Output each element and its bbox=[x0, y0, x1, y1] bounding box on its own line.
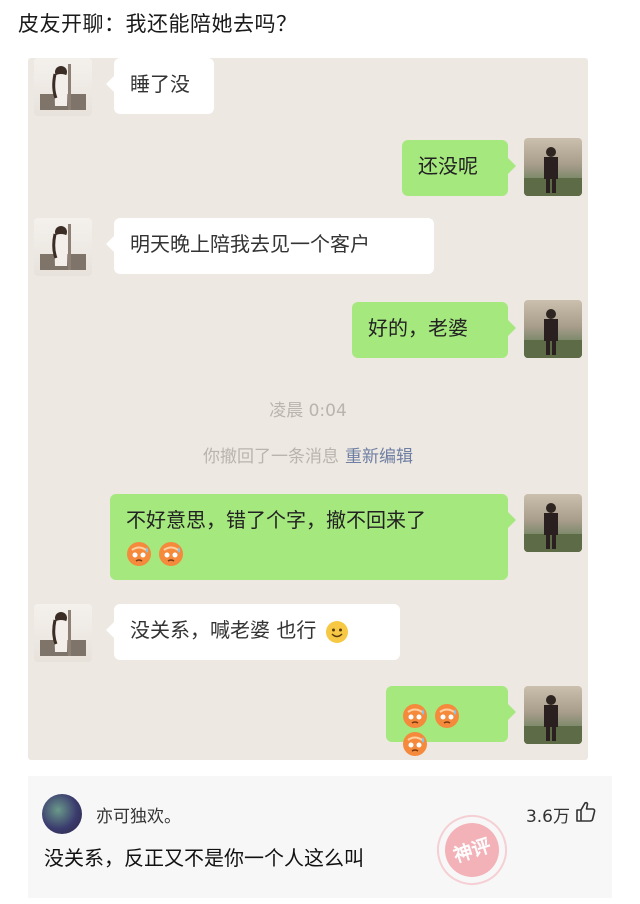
message-text: 不好意思，错了个字，撤不回来了 bbox=[126, 508, 426, 532]
re-edit-link[interactable]: 重新编辑 bbox=[345, 447, 413, 467]
sweat-face-emoji bbox=[403, 732, 427, 756]
message-text: 没关系，喊老婆 也行 bbox=[130, 618, 317, 642]
contact-avatar bbox=[34, 218, 92, 276]
sweat-face-emoji bbox=[435, 703, 460, 728]
sweat-face-emoji bbox=[159, 541, 184, 566]
recall-notice-text: 你撤回了一条消息 bbox=[203, 447, 339, 467]
sweat-face-emoji bbox=[403, 703, 427, 728]
message-bubble[interactable]: 明天晚上陪我去见一个客户 bbox=[106, 218, 434, 274]
smile-emoji bbox=[325, 620, 348, 643]
chat-screenshot: 睡了没 还没呢 明天晚上陪我去见一个客户 好的，老婆 凌晨 0:04 你撤回了一… bbox=[28, 58, 588, 760]
message-bubble[interactable]: 还没呢 bbox=[402, 140, 516, 196]
recall-notice: 你撤回了一条消息 重新编辑 bbox=[28, 442, 588, 467]
sweat-face-emoji bbox=[127, 541, 151, 566]
message-text: 睡了没 bbox=[130, 72, 190, 96]
thumbs-up-icon[interactable] bbox=[574, 800, 598, 824]
user-avatar bbox=[524, 494, 582, 552]
message-bubble[interactable] bbox=[386, 686, 516, 756]
message-text: 好的，老婆 bbox=[368, 316, 468, 340]
message-bubble[interactable]: 没关系，喊老婆 也行 bbox=[106, 604, 400, 660]
top-comment[interactable]: 亦可独欢。 3.6万 没关系，反正又不是你一个人这么叫 神评 bbox=[28, 776, 612, 898]
message-bubble[interactable]: 不好意思，错了个字，撤不回来了 bbox=[110, 494, 516, 580]
comment-text: 没关系，反正又不是你一个人这么叫 bbox=[44, 846, 364, 870]
message-text: 还没呢 bbox=[418, 154, 478, 178]
message-text: 明天晚上陪我去见一个客户 bbox=[130, 232, 370, 256]
timestamp: 凌晨 0:04 bbox=[269, 401, 347, 421]
user-avatar bbox=[524, 686, 582, 744]
contact-avatar bbox=[34, 604, 92, 662]
commenter-name[interactable]: 亦可独欢。 bbox=[96, 802, 181, 827]
hot-comment-badge: 神评 bbox=[437, 815, 507, 885]
user-avatar bbox=[524, 300, 582, 358]
post-title: 皮友开聊：我还能陪她去吗？ bbox=[18, 12, 298, 36]
like-count: 3.6万 bbox=[525, 807, 570, 827]
user-avatar bbox=[524, 138, 582, 196]
message-bubble[interactable]: 睡了没 bbox=[106, 58, 214, 114]
commenter-avatar[interactable] bbox=[42, 794, 82, 834]
contact-avatar bbox=[34, 58, 92, 116]
message-bubble[interactable]: 好的，老婆 bbox=[352, 302, 516, 358]
